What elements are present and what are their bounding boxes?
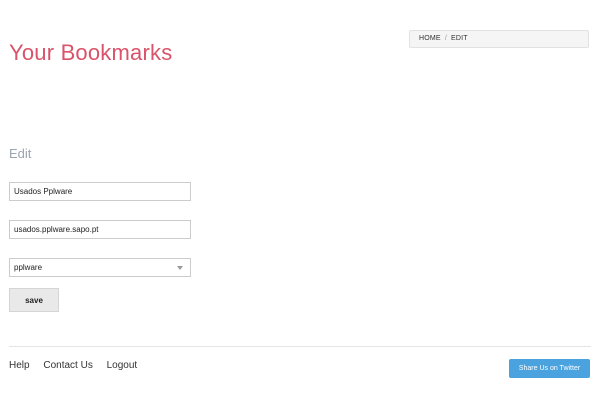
breadcrumb-current: EDIT [450, 35, 468, 42]
bookmark-name-input[interactable] [9, 182, 191, 201]
save-button[interactable]: save [9, 288, 59, 312]
category-select-value: pplware [14, 263, 43, 272]
page-title: Your Bookmarks [9, 40, 173, 65]
edit-heading: Edit [9, 146, 32, 161]
bookmark-url-input[interactable] [9, 220, 191, 239]
category-select[interactable]: pplware [9, 258, 191, 277]
footer-divider [9, 346, 591, 347]
footer-links: Help Contact Us Logout [9, 360, 148, 371]
breadcrumb-home-link[interactable]: HOME [419, 35, 441, 42]
footer-link-logout[interactable]: Logout [107, 360, 138, 371]
breadcrumb: HOME / EDIT [409, 30, 589, 48]
page: Your Bookmarks HOME/EDIT Edit pplware sa… [0, 0, 600, 400]
footer-link-help[interactable]: Help [9, 360, 30, 371]
footer-link-contact-us[interactable]: Contact Us [43, 360, 92, 371]
chevron-down-icon [177, 266, 183, 270]
share-on-twitter-button[interactable]: Share Us on Twitter [509, 359, 590, 378]
breadcrumb-separator: / [444, 35, 447, 42]
